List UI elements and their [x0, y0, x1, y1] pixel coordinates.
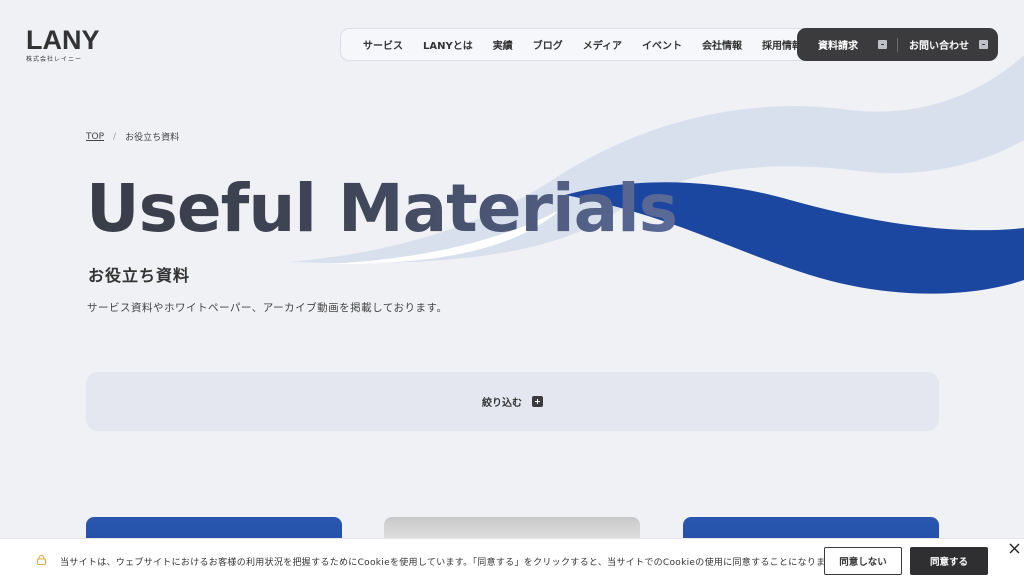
request-materials-label: 資料請求	[818, 41, 858, 52]
nav-item-about[interactable]: LANYとは	[423, 37, 473, 52]
cookie-accept-button[interactable]: 同意する	[910, 547, 988, 575]
page-subtitle: お役立ち資料	[88, 266, 191, 285]
cookie-message: 当サイトは、ウェブサイトにおけるお客様の利用状況を把握するためにCookieを使…	[60, 558, 844, 568]
arrow-icon	[979, 40, 988, 49]
breadcrumb: TOP / お役立ち資料	[86, 130, 180, 144]
cookie-banner: 当サイトは、ウェブサイトにおけるお客様の利用状況を把握するためにCookieを使…	[0, 538, 1024, 581]
filter-label: 絞り込む	[482, 398, 522, 409]
breadcrumb-home-link[interactable]: TOP	[86, 132, 104, 142]
nav-item-company[interactable]: 会社情報	[702, 37, 742, 52]
brand-name: LANY	[26, 25, 100, 55]
cta-group: 資料請求 お問い合わせ	[797, 28, 998, 61]
arrow-icon	[878, 40, 887, 49]
nav-item-works[interactable]: 実績	[493, 37, 513, 52]
hero-wave-graphic	[290, 55, 1024, 294]
plus-icon	[532, 396, 543, 407]
contact-button[interactable]: お問い合わせ	[898, 28, 998, 61]
nav-item-media[interactable]: メディア	[583, 37, 622, 52]
contact-label: お問い合わせ	[909, 41, 969, 52]
nav-item-service[interactable]: サービス	[363, 37, 403, 52]
lock-icon	[37, 555, 46, 565]
breadcrumb-separator: /	[113, 131, 117, 142]
nav-item-blog[interactable]: ブログ	[533, 37, 563, 52]
brand-subtitle: 株式会社レイニー	[26, 56, 83, 63]
nav-item-event[interactable]: イベント	[642, 37, 682, 52]
page-description: サービス資料やホワイトペーパー、アーカイブ動画を掲載しております。	[87, 302, 448, 314]
breadcrumb-current: お役立ち資料	[125, 133, 180, 143]
filter-bar[interactable]: 絞り込む	[86, 372, 939, 431]
page-title: Useful Materials	[86, 168, 678, 250]
request-materials-button[interactable]: 資料請求	[797, 28, 897, 61]
brand-logo[interactable]: LANY 株式会社レイニー	[26, 25, 100, 64]
main-nav: サービス LANYとは 実績 ブログ メディア イベント 会社情報 採用情報	[340, 28, 810, 61]
close-icon[interactable]	[1009, 543, 1020, 554]
cookie-decline-button[interactable]: 同意しない	[824, 547, 902, 575]
